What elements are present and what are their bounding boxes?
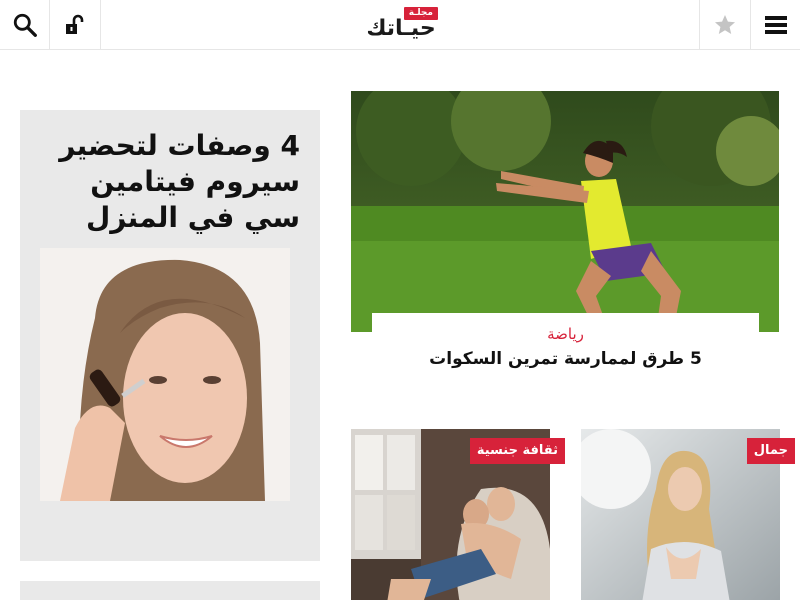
site-logo[interactable]: مجلـة حيـاتك [360,6,442,44]
featured-caption[interactable]: رياضة 5 طرق لممارسة تمرين السكوات [372,313,759,375]
featured-image-squats[interactable] [351,91,779,332]
article-image-serum[interactable] [40,248,290,501]
favorites-button[interactable] [699,0,750,50]
article-title[interactable]: 4 وصفات لتحضير سيروم فيتامين سي في المنز… [40,128,300,236]
article-card-next[interactable] [20,581,320,600]
star-icon [715,15,735,34]
search-icon [13,13,37,37]
featured-category[interactable]: رياضة [372,324,759,344]
site-header: مجلـة حيـاتك [0,0,800,50]
logo-text: حيـاتك [366,16,436,41]
article-card-serum[interactable]: 4 وصفات لتحضير سيروم فيتامين سي في المنز… [20,110,320,561]
unlock-icon [66,14,84,34]
featured-title[interactable]: 5 طرق لممارسة تمرين السكوات [372,347,759,371]
category-badge-beauty[interactable]: جمال [746,438,795,464]
category-badge-sexual-culture[interactable]: ثقافة جنسية [469,438,565,464]
menu-button[interactable] [750,0,800,50]
login-button[interactable] [50,0,101,50]
hamburger-icon [764,16,787,34]
search-button[interactable] [0,0,50,50]
